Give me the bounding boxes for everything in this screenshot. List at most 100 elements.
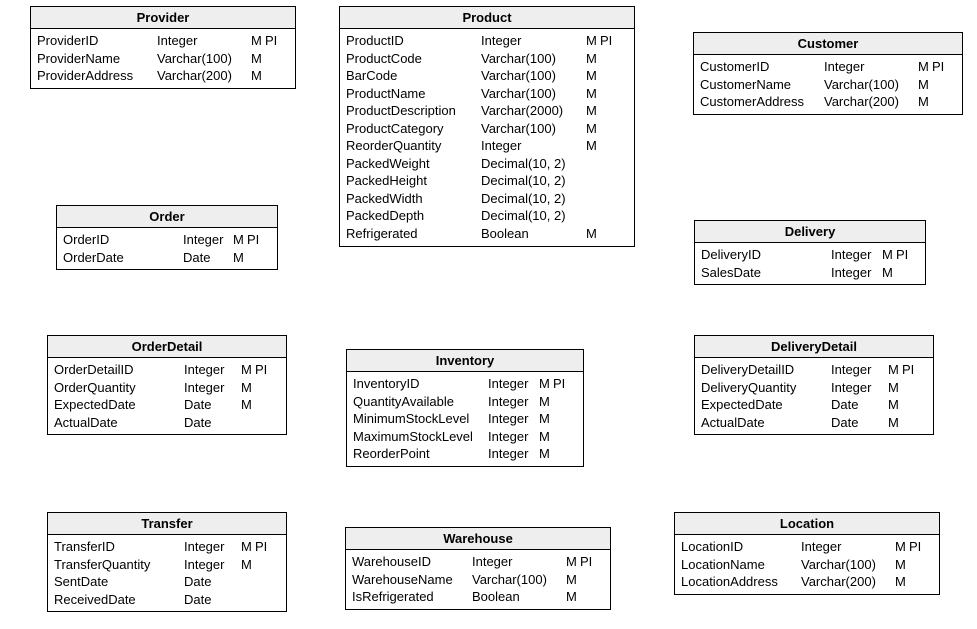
attr-type: Varchar(100)	[472, 571, 566, 589]
attribute-row: PackedHeightDecimal(10, 2)	[346, 172, 628, 190]
attribute-row: TransferQuantityIntegerM	[54, 556, 280, 574]
attr-flags: MPI	[251, 32, 283, 50]
attr-name: MaximumStockLevel	[353, 428, 488, 446]
attribute-row: ProviderAddressVarchar(200)M	[37, 67, 289, 85]
entity-body: CustomerIDIntegerMPICustomerNameVarchar(…	[694, 55, 962, 114]
attribute-row: QuantityAvailableIntegerM	[353, 393, 577, 411]
entity-title: OrderDetail	[48, 336, 286, 358]
attr-flags: M	[888, 379, 920, 397]
attribute-row: MinimumStockLevelIntegerM	[353, 410, 577, 428]
attr-type: Integer	[184, 379, 241, 397]
attr-name: CustomerAddress	[700, 93, 824, 111]
attr-flags: M	[539, 428, 571, 446]
attr-flags	[586, 155, 618, 173]
attr-name: InventoryID	[353, 375, 488, 393]
attr-type: Integer	[801, 538, 895, 556]
attr-flags	[241, 573, 273, 591]
entity-title: Provider	[31, 7, 295, 29]
attr-flags: M	[251, 67, 283, 85]
attr-name: QuantityAvailable	[353, 393, 488, 411]
entity-title: Order	[57, 206, 277, 228]
attr-flags: M	[586, 225, 618, 243]
attr-type: Varchar(100)	[481, 120, 586, 138]
attr-flags: M	[251, 50, 283, 68]
attribute-row: WarehouseNameVarchar(100)M	[352, 571, 604, 589]
attr-type: Integer	[157, 32, 251, 50]
attr-type: Integer	[488, 375, 539, 393]
attr-type: Date	[831, 396, 888, 414]
attr-type: Integer	[184, 556, 241, 574]
attr-flags: M	[586, 67, 618, 85]
attr-flags: MPI	[586, 32, 618, 50]
attr-name: ActualDate	[701, 414, 831, 432]
attr-type: Integer	[831, 264, 882, 282]
attr-name: LocationName	[681, 556, 801, 574]
attr-name: DeliveryDetailID	[701, 361, 831, 379]
attribute-row: OrderQuantityIntegerM	[54, 379, 280, 397]
attr-flags: M	[586, 137, 618, 155]
attr-flags	[586, 190, 618, 208]
attribute-row: ProviderNameVarchar(100)M	[37, 50, 289, 68]
attr-type: Integer	[472, 553, 566, 571]
attr-name: ReorderQuantity	[346, 137, 481, 155]
attr-flags	[241, 591, 273, 609]
attribute-row: ProductCodeVarchar(100)M	[346, 50, 628, 68]
attribute-row: ExpectedDateDateM	[701, 396, 927, 414]
attr-name: SalesDate	[701, 264, 831, 282]
attr-flags: M	[918, 76, 950, 94]
attribute-row: ProviderIDIntegerMPI	[37, 32, 289, 50]
entity-body: TransferIDIntegerMPITransferQuantityInte…	[48, 535, 286, 611]
attribute-row: ReceivedDateDate	[54, 591, 280, 609]
attr-flags: M	[888, 414, 920, 432]
entity-title: Location	[675, 513, 939, 535]
attr-name: ExpectedDate	[701, 396, 831, 414]
entity-provider: Provider ProviderIDIntegerMPIProviderNam…	[30, 6, 296, 89]
attr-type: Date	[184, 573, 241, 591]
attr-flags: MPI	[882, 246, 914, 264]
attribute-row: OrderDetailIDIntegerMPI	[54, 361, 280, 379]
entity-deliverydetail: DeliveryDetail DeliveryDetailIDIntegerMP…	[694, 335, 934, 435]
attr-type: Boolean	[481, 225, 586, 243]
attr-flags: M	[918, 93, 950, 111]
attr-type: Integer	[481, 137, 586, 155]
attribute-row: CustomerNameVarchar(100)M	[700, 76, 956, 94]
attribute-row: SentDateDate	[54, 573, 280, 591]
attr-name: ProviderID	[37, 32, 157, 50]
attribute-row: TransferIDIntegerMPI	[54, 538, 280, 556]
attr-flags: MPI	[539, 375, 571, 393]
attribute-row: BarCodeVarchar(100)M	[346, 67, 628, 85]
attr-name: SentDate	[54, 573, 184, 591]
attribute-row: ProductIDIntegerMPI	[346, 32, 628, 50]
attribute-row: PackedDepthDecimal(10, 2)	[346, 207, 628, 225]
attribute-row: ExpectedDateDateM	[54, 396, 280, 414]
attr-type: Integer	[184, 361, 241, 379]
attribute-row: ProductNameVarchar(100)M	[346, 85, 628, 103]
entity-title: Transfer	[48, 513, 286, 535]
attribute-row: CustomerAddressVarchar(200)M	[700, 93, 956, 111]
attr-name: BarCode	[346, 67, 481, 85]
attribute-row: ReorderPointIntegerM	[353, 445, 577, 463]
attr-type: Varchar(100)	[481, 50, 586, 68]
attr-flags: M	[241, 379, 273, 397]
attr-type: Decimal(10, 2)	[481, 207, 586, 225]
attr-type: Integer	[831, 379, 888, 397]
entity-body: OrderDetailIDIntegerMPIOrderQuantityInte…	[48, 358, 286, 434]
attr-flags: M	[586, 102, 618, 120]
entity-warehouse: Warehouse WarehouseIDIntegerMPIWarehouse…	[345, 527, 611, 610]
attr-flags: M	[895, 573, 927, 591]
attr-name: ProductCategory	[346, 120, 481, 138]
entity-body: ProductIDIntegerMPIProductCodeVarchar(10…	[340, 29, 634, 246]
attr-flags: M	[586, 85, 618, 103]
attr-type: Varchar(200)	[801, 573, 895, 591]
attribute-row: DeliveryDetailIDIntegerMPI	[701, 361, 927, 379]
attribute-row: LocationAddressVarchar(200)M	[681, 573, 933, 591]
attr-flags: M	[895, 556, 927, 574]
entity-body: LocationIDIntegerMPILocationNameVarchar(…	[675, 535, 939, 594]
attr-type: Integer	[184, 538, 241, 556]
attr-flags	[586, 172, 618, 190]
attr-type: Integer	[488, 393, 539, 411]
attr-name: PackedWidth	[346, 190, 481, 208]
attr-name: ActualDate	[54, 414, 184, 432]
attr-name: WarehouseID	[352, 553, 472, 571]
attr-flags: M	[233, 249, 265, 267]
